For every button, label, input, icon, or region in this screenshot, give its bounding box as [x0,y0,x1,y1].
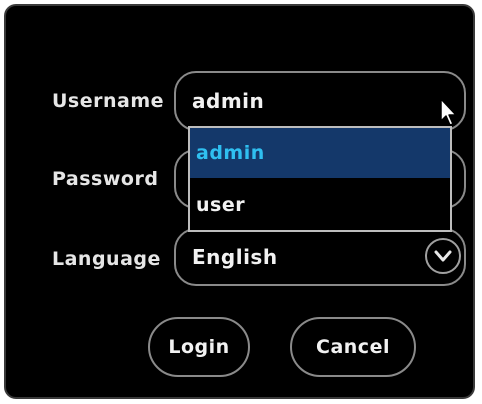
mouse-cursor-icon [440,98,457,126]
login-button[interactable]: Login [148,317,250,377]
language-value: English [192,245,278,269]
chevron-down-icon[interactable] [425,238,461,274]
password-label: Password [52,168,159,190]
username-dropdown-list: admin user [188,126,452,232]
language-label: Language [52,248,161,270]
username-label: Username [52,90,165,112]
dropdown-option-user[interactable]: user [190,180,450,230]
username-value: admin [192,89,265,113]
language-select[interactable]: English [174,228,466,286]
dropdown-option-admin[interactable]: admin [190,128,450,178]
cancel-button[interactable]: Cancel [290,317,416,377]
login-dialog: Username admin Password Language English… [4,4,475,399]
username-select[interactable]: admin [174,71,466,131]
